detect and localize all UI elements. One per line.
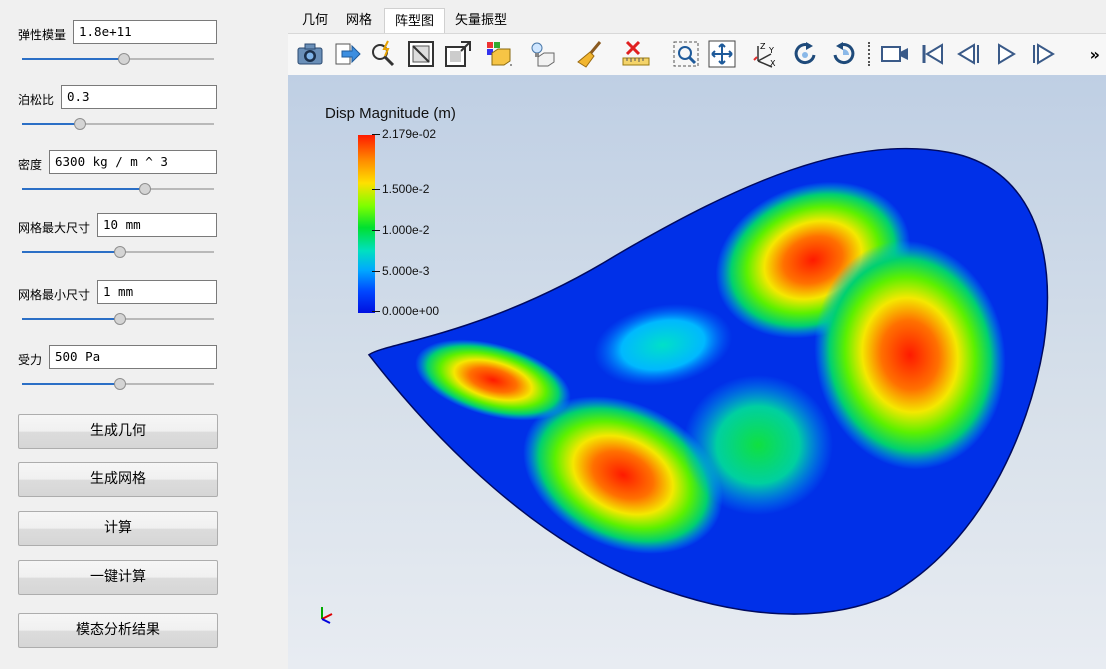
tab-vector-mode[interactable]: 矢量振型 bbox=[445, 8, 517, 33]
elastic-modulus-input[interactable]: 1.8e+11 bbox=[73, 20, 217, 44]
param-label: 受力 bbox=[18, 353, 43, 367]
orientation-axes-icon bbox=[321, 607, 333, 624]
probe-icon[interactable] bbox=[368, 39, 398, 69]
param-density: 密度 6300 kg / m ^ 3 bbox=[0, 150, 288, 210]
mesh-min-input[interactable]: 1 mm bbox=[97, 280, 217, 304]
legend-tick: 0.000e+00 bbox=[372, 304, 439, 318]
legend-tick: 1.000e-2 bbox=[372, 223, 429, 237]
frame-icon[interactable] bbox=[406, 39, 436, 69]
toolbar: ZYX » bbox=[288, 33, 1106, 75]
toolbar-overflow-button[interactable]: » bbox=[1090, 45, 1100, 64]
one-click-compute-button[interactable]: 一键计算 bbox=[18, 560, 218, 595]
export-icon[interactable] bbox=[332, 39, 362, 69]
light-bulb-icon[interactable] bbox=[528, 39, 558, 69]
density-input[interactable]: 6300 kg / m ^ 3 bbox=[49, 150, 217, 174]
resize-icon[interactable] bbox=[443, 39, 473, 69]
force-slider[interactable] bbox=[22, 377, 214, 391]
force-input[interactable]: 500 Pa bbox=[49, 345, 217, 369]
svg-text:Y: Y bbox=[768, 46, 774, 55]
param-elastic-modulus: 弹性模量 1.8e+11 bbox=[0, 20, 288, 80]
rotate-ccw-icon[interactable] bbox=[828, 39, 858, 69]
param-label: 泊松比 bbox=[18, 93, 55, 107]
generate-mesh-button[interactable]: 生成网格 bbox=[18, 462, 218, 497]
poisson-ratio-input[interactable]: 0.3 bbox=[61, 85, 217, 109]
param-poisson-ratio: 泊松比 0.3 bbox=[0, 85, 288, 145]
mesh-max-slider[interactable] bbox=[22, 245, 214, 259]
svg-text:Z: Z bbox=[760, 42, 766, 51]
zoom-box-icon[interactable] bbox=[671, 39, 701, 69]
tab-geometry[interactable]: 几何 bbox=[292, 8, 338, 33]
parameter-panel: 弹性模量 1.8e+11 泊松比 0.3 密度 6300 kg / m ^ 3 … bbox=[0, 0, 288, 669]
camera-icon[interactable] bbox=[295, 39, 325, 69]
video-camera-icon[interactable] bbox=[880, 39, 910, 69]
legend-title: Disp Magnitude (m) bbox=[325, 105, 456, 122]
prev-frame-icon[interactable] bbox=[954, 39, 984, 69]
modal-results-button[interactable]: 模态分析结果 bbox=[18, 613, 218, 648]
legend-tick: 1.500e-2 bbox=[372, 182, 429, 196]
compute-button[interactable]: 计算 bbox=[18, 511, 218, 546]
render-viewport[interactable]: Disp Magnitude (m) 2.179e-02 1.500e-2 1.… bbox=[288, 75, 1106, 669]
legend-tick: 5.000e-3 bbox=[372, 264, 429, 278]
param-label: 网格最大尺寸 bbox=[18, 221, 91, 235]
param-force: 受力 500 Pa bbox=[0, 345, 288, 405]
broom-icon[interactable] bbox=[576, 39, 606, 69]
generate-geometry-button[interactable]: 生成几何 bbox=[18, 414, 218, 449]
fit-view-icon[interactable] bbox=[707, 39, 737, 69]
mesh-min-slider[interactable] bbox=[22, 312, 214, 326]
density-slider[interactable] bbox=[22, 182, 214, 196]
tab-mesh[interactable]: 网格 bbox=[336, 8, 382, 33]
param-label: 弹性模量 bbox=[18, 28, 67, 42]
tab-mode-shape[interactable]: 阵型图 bbox=[384, 8, 446, 33]
svg-text:X: X bbox=[770, 59, 776, 68]
param-mesh-max: 网格最大尺寸 10 mm bbox=[0, 213, 288, 273]
first-frame-icon[interactable] bbox=[917, 39, 947, 69]
param-mesh-min: 网格最小尺寸 1 mm bbox=[0, 280, 288, 340]
axes-icon[interactable]: ZYX bbox=[750, 39, 780, 69]
elastic-modulus-slider[interactable] bbox=[22, 52, 214, 66]
play-icon[interactable] bbox=[991, 39, 1021, 69]
tab-bar: 几何 网格 阵型图 矢量振型 bbox=[288, 0, 1106, 33]
poisson-ratio-slider[interactable] bbox=[22, 117, 214, 131]
rotate-cw-icon[interactable] bbox=[791, 39, 821, 69]
mode-shape-plot bbox=[321, 147, 1049, 624]
mesh-max-input[interactable]: 10 mm bbox=[97, 213, 217, 237]
next-frame-icon[interactable] bbox=[1028, 39, 1058, 69]
legend-tick: 2.179e-02 bbox=[372, 127, 436, 141]
color-box-icon[interactable] bbox=[484, 39, 514, 69]
param-label: 密度 bbox=[18, 158, 43, 172]
delete-measure-icon[interactable] bbox=[621, 39, 651, 69]
param-label: 网格最小尺寸 bbox=[18, 288, 91, 302]
